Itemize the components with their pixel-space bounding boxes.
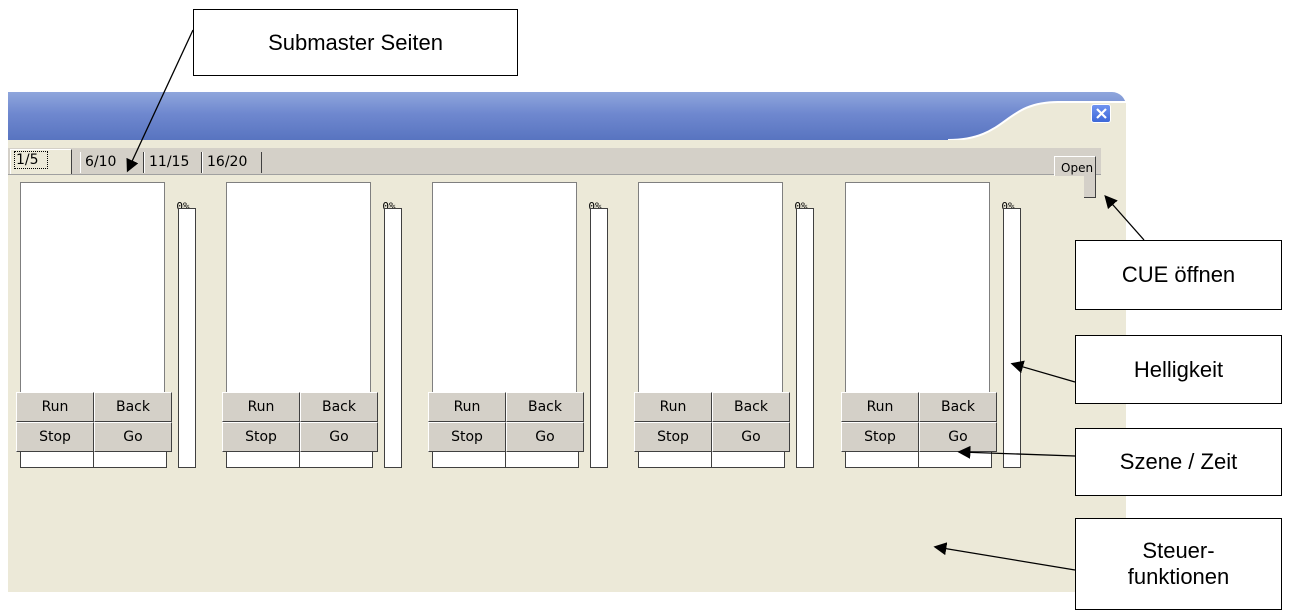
arrow-to-scene-time xyxy=(957,445,1076,459)
arrow-to-open-cue xyxy=(1104,195,1145,241)
annotation-arrows xyxy=(126,29,1145,571)
arrow-to-brightness xyxy=(1010,360,1076,383)
arrow-to-tabs xyxy=(126,29,194,173)
arrow-to-controls xyxy=(933,542,1076,571)
